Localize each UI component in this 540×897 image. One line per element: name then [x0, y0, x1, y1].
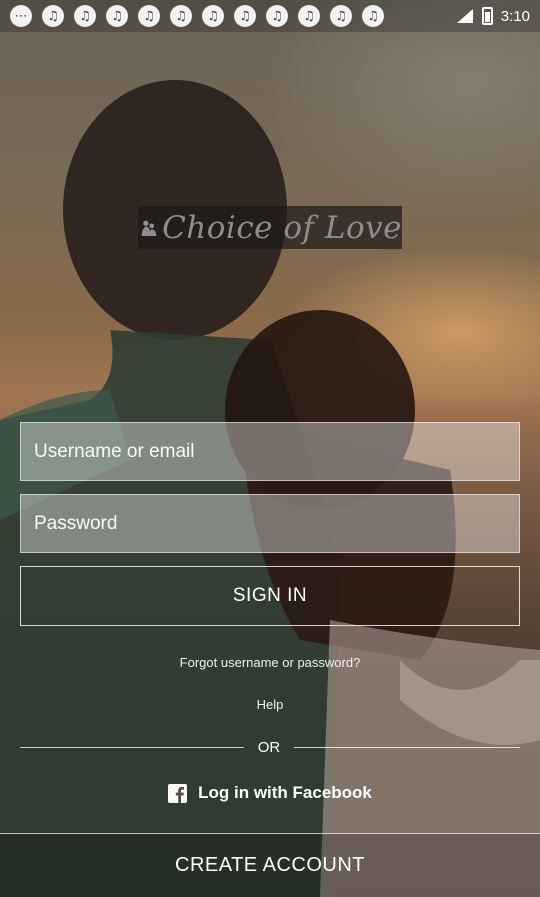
divider-line-left — [20, 746, 244, 748]
music-note-icon: ♫ — [202, 5, 224, 27]
music-note-icon: ♫ — [170, 5, 192, 27]
couple-icon — [141, 220, 157, 236]
music-note-icon: ♫ — [42, 5, 64, 27]
facebook-login-button[interactable]: Log in with Facebook — [0, 780, 540, 806]
username-field[interactable] — [20, 422, 520, 481]
chat-icon: ⋯ — [10, 5, 32, 27]
facebook-icon — [168, 783, 188, 803]
status-right: 3:10 — [456, 7, 530, 25]
music-note-icon: ♫ — [298, 5, 320, 27]
status-time: 3:10 — [500, 7, 530, 25]
battery-icon — [481, 7, 493, 25]
logo-text: Choice of Love — [162, 209, 402, 246]
sign-in-button[interactable]: SIGN IN — [20, 566, 520, 626]
music-note-icon: ♫ — [138, 5, 160, 27]
facebook-login-label: Log in with Facebook — [198, 783, 372, 802]
music-note-icon: ♫ — [234, 5, 256, 27]
forgot-password-link[interactable]: Forgot username or password? — [0, 655, 540, 670]
create-account-button[interactable]: CREATE ACCOUNT — [0, 833, 540, 897]
status-bar: ⋯ ♫ ♫ ♫ ♫ ♫ ♫ ♫ ♫ ♫ ♫ ♫ 3:10 — [0, 0, 540, 32]
or-label: OR — [257, 738, 281, 756]
music-note-icon: ♫ — [106, 5, 128, 27]
divider-line-right — [294, 746, 520, 748]
help-link[interactable]: Help — [0, 697, 540, 712]
app-logo: Choice of Love — [138, 206, 402, 249]
username-input[interactable] — [34, 423, 519, 480]
music-note-icon: ♫ — [266, 5, 288, 27]
notification-icons: ⋯ ♫ ♫ ♫ ♫ ♫ ♫ ♫ ♫ ♫ ♫ ♫ — [10, 5, 384, 27]
signal-icon — [456, 9, 473, 23]
or-divider: OR — [20, 737, 520, 757]
music-note-icon: ♫ — [330, 5, 352, 27]
password-input[interactable] — [34, 495, 519, 552]
password-field[interactable] — [20, 494, 520, 553]
music-note-icon: ♫ — [362, 5, 384, 27]
music-note-icon: ♫ — [74, 5, 96, 27]
